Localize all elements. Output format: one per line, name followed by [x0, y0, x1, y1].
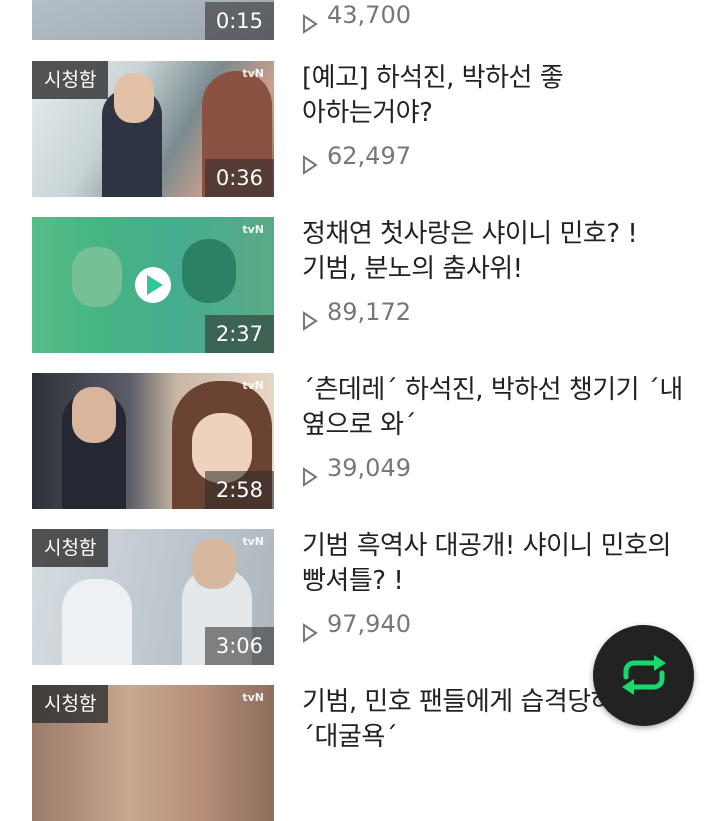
watched-badge: 시청함: [32, 529, 109, 567]
list-item[interactable]: tvN 시청함 기범, 민호 팬들에게 습격당하다! ´대굴욕´: [32, 685, 692, 821]
tvn-logo: tvN: [242, 535, 264, 548]
video-title[interactable]: 정채연 첫사랑은 샤이니 민호? ! 기범, 분노의 춤사위!: [302, 217, 642, 287]
duration-badge: 0:36: [204, 159, 274, 197]
view-count: 97,940: [302, 609, 411, 643]
list-item[interactable]: tvN 시청함 0:36 [예고] 하석진, 박하선 좋아하는거야? 62,49…: [32, 61, 692, 197]
video-thumbnail[interactable]: tvN 시청함: [32, 685, 274, 821]
video-thumbnail[interactable]: tvN 시청함 3:06: [32, 529, 274, 665]
list-item[interactable]: tvN 2:37 정채연 첫사랑은 샤이니 민호? ! 기범, 분노의 춤사위!…: [32, 217, 692, 353]
duration-badge: 0:15: [204, 2, 274, 40]
video-thumbnail[interactable]: 0:15: [32, 0, 274, 40]
view-count: 62,497: [302, 141, 411, 175]
duration-badge: 2:58: [204, 471, 274, 509]
view-count: 39,049: [302, 453, 411, 487]
play-circle-icon[interactable]: [133, 265, 173, 305]
list-item[interactable]: tvN 2:58 ´츤데레´ 하석진, 박하선 챙기기 ´내 옆으로 와´ 39…: [32, 373, 692, 509]
tvn-logo: tvN: [242, 691, 264, 704]
duration-badge: 2:37: [204, 315, 274, 353]
watched-badge: 시청함: [32, 685, 109, 723]
watched-badge: 시청함: [32, 61, 109, 99]
list-item[interactable]: tvN 시청함 3:06 기범 흑역사 대공개! 샤이니 민호의 빵셔틀? ! …: [32, 529, 692, 665]
tvn-logo: tvN: [242, 223, 264, 236]
video-thumbnail[interactable]: tvN 시청함 0:36: [32, 61, 274, 197]
view-count: 43,700: [302, 0, 411, 34]
list-item[interactable]: 0:15 43,700: [32, 0, 692, 40]
video-title[interactable]: 기범 흑역사 대공개! 샤이니 민호의 빵셔틀? !: [302, 529, 692, 599]
video-title[interactable]: [예고] 하석진, 박하선 좋아하는거야?: [302, 61, 582, 131]
tvn-logo: tvN: [242, 67, 264, 80]
tvn-logo: tvN: [242, 379, 264, 392]
video-thumbnail[interactable]: tvN 2:58: [32, 373, 274, 509]
view-count: 89,172: [302, 297, 411, 331]
duration-badge: 3:06: [204, 627, 274, 665]
video-thumbnail[interactable]: tvN 2:37: [32, 217, 274, 353]
video-title[interactable]: ´츤데레´ 하석진, 박하선 챙기기 ´내 옆으로 와´: [302, 373, 692, 443]
repeat-button[interactable]: [593, 625, 694, 726]
repeat-icon: [622, 655, 666, 695]
